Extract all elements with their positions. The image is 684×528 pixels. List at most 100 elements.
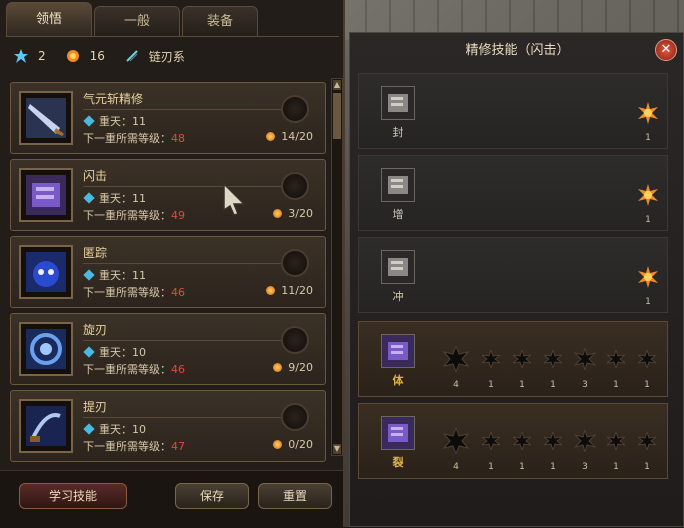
skill-requirement: 下一重所需等级：48 <box>83 132 185 145</box>
gold-point-count: 16 <box>89 49 105 63</box>
points-bar: 2 16 链刃系 <box>14 44 185 68</box>
refine-panel-title: 精修技能（闪击） <box>465 43 570 58</box>
refine-value: 1 <box>645 215 651 225</box>
flash-strike-icon <box>26 175 66 215</box>
skill-icon-frame <box>19 399 73 453</box>
divider <box>83 263 283 264</box>
sun-star-icon <box>638 266 658 288</box>
node-value: 1 <box>644 462 650 472</box>
star-point-icon <box>14 49 28 63</box>
node-small-star-icon[interactable] <box>638 432 656 450</box>
stealth-icon <box>26 252 66 292</box>
tier-gem-icon <box>83 346 95 358</box>
node-value: 1 <box>550 462 556 472</box>
node-medium-star-icon[interactable] <box>574 348 596 370</box>
learn-skill-button[interactable]: 学习技能 <box>19 483 127 509</box>
tab-comprehension[interactable]: 领悟 <box>6 2 92 37</box>
skill-cost: 14/20 <box>266 130 313 143</box>
refine-skill-panel: 精修技能（闪击） ✕ 封 1 增 1 冲 1 体 4 1 1 1 3 1 1 裂… <box>349 32 684 527</box>
skill-card-0[interactable]: 气元斩精修 重天：11 下一重所需等级：48 14/20 <box>10 82 326 154</box>
skill-tier: 重天：10 <box>83 421 146 437</box>
gold-point-icon <box>266 132 276 141</box>
gold-point-icon <box>266 286 276 295</box>
skill-list-scrollbar[interactable]: ▲ ▼ <box>331 78 343 456</box>
scroll-up-icon[interactable]: ▲ <box>333 80 341 90</box>
node-small-star-icon[interactable] <box>544 432 562 450</box>
node-value: 4 <box>453 380 459 390</box>
tab-general[interactable]: 一般 <box>94 6 180 37</box>
refine-row-boost[interactable]: 增 1 <box>358 155 668 231</box>
spin-blade-icon <box>26 329 66 369</box>
node-small-star-icon[interactable] <box>607 432 625 450</box>
node-small-star-icon[interactable] <box>513 350 531 368</box>
node-large-star-icon[interactable] <box>443 428 469 454</box>
node-value: 1 <box>613 462 619 472</box>
skill-list: 气元斩精修 重天：11 下一重所需等级：48 14/20 闪击 重天：11 下一… <box>10 78 332 466</box>
refine-row-label: 裂 <box>392 456 404 469</box>
gold-point-icon <box>66 50 79 62</box>
skill-requirement: 下一重所需等级：47 <box>83 440 185 453</box>
skill-requirement: 下一重所需等级：46 <box>83 363 185 376</box>
refine-row-seal[interactable]: 封 1 <box>358 73 668 149</box>
refine-row-charge[interactable]: 冲 1 <box>358 237 668 313</box>
node-small-star-icon[interactable] <box>482 350 500 368</box>
skill-name: 旋刃 <box>83 323 108 337</box>
save-button[interactable]: 保存 <box>175 483 249 509</box>
divider <box>83 417 283 418</box>
skill-panel: 领悟 一般 装备 2 16 链刃系 气元斩精修 重天：11 下一重所需等级：48… <box>0 0 345 528</box>
skill-tier: 重天：11 <box>83 190 146 206</box>
refine-skill-icon <box>381 86 415 120</box>
refine-row-label: 冲 <box>392 290 404 303</box>
node-small-star-icon[interactable] <box>482 432 500 450</box>
gold-point-icon <box>273 440 283 449</box>
skill-card-1[interactable]: 闪击 重天：11 下一重所需等级：49 3/20 <box>10 159 326 231</box>
refine-row-split[interactable]: 裂 4 1 1 1 3 1 1 <box>358 403 668 479</box>
skill-tier: 重天：11 <box>83 267 146 283</box>
refine-row-label: 增 <box>392 208 404 221</box>
skill-tier: 重天：10 <box>83 344 146 360</box>
skill-name: 提刃 <box>83 400 108 414</box>
skill-cost: 11/20 <box>266 284 313 297</box>
skill-card-2[interactable]: 匿踪 重天：11 下一重所需等级：46 11/20 <box>10 236 326 308</box>
node-small-star-icon[interactable] <box>638 350 656 368</box>
scroll-down-icon[interactable]: ▼ <box>333 444 341 454</box>
skill-card-4[interactable]: 提刃 重天：10 下一重所需等级：47 0/20 <box>10 390 326 462</box>
skill-slot-ring[interactable] <box>281 95 309 123</box>
skill-requirement: 下一重所需等级：49 <box>83 209 185 222</box>
node-small-star-icon[interactable] <box>544 350 562 368</box>
node-value: 1 <box>519 462 525 472</box>
tier-gem-icon <box>83 192 95 204</box>
skill-card-3[interactable]: 旋刃 重天：10 下一重所需等级：46 9/20 <box>10 313 326 385</box>
skill-requirement: 下一重所需等级：46 <box>83 286 185 299</box>
skill-slot-ring[interactable] <box>281 326 309 354</box>
skill-name: 气元斩精修 <box>83 92 144 106</box>
node-small-star-icon[interactable] <box>513 432 531 450</box>
node-medium-star-icon[interactable] <box>574 430 596 452</box>
refine-skill-icon <box>381 250 415 284</box>
tier-gem-icon <box>83 423 95 435</box>
node-value: 3 <box>582 462 588 472</box>
skill-cost: 0/20 <box>273 438 313 451</box>
skill-name: 闪击 <box>83 169 108 183</box>
skill-slot-ring[interactable] <box>281 172 309 200</box>
node-value: 1 <box>550 380 556 390</box>
skill-icon-frame <box>19 245 73 299</box>
skill-icon-frame <box>19 168 73 222</box>
gold-point-icon <box>273 363 283 372</box>
skill-tier: 重天：11 <box>83 113 146 129</box>
divider <box>83 186 283 187</box>
reset-button[interactable]: 重置 <box>258 483 332 509</box>
lift-blade-icon <box>26 406 66 446</box>
tab-equipment[interactable]: 装备 <box>182 6 258 37</box>
close-icon[interactable]: ✕ <box>655 39 677 61</box>
chain-blade-icon <box>126 50 138 62</box>
refine-row-body[interactable]: 体 4 1 1 1 3 1 1 <box>358 321 668 397</box>
tier-gem-icon <box>83 269 95 281</box>
refine-value: 1 <box>645 133 651 143</box>
skill-slot-ring[interactable] <box>281 403 309 431</box>
node-value: 1 <box>613 380 619 390</box>
scrollbar-thumb[interactable] <box>333 93 341 139</box>
skill-slot-ring[interactable] <box>281 249 309 277</box>
node-large-star-icon[interactable] <box>443 346 469 372</box>
node-small-star-icon[interactable] <box>607 350 625 368</box>
